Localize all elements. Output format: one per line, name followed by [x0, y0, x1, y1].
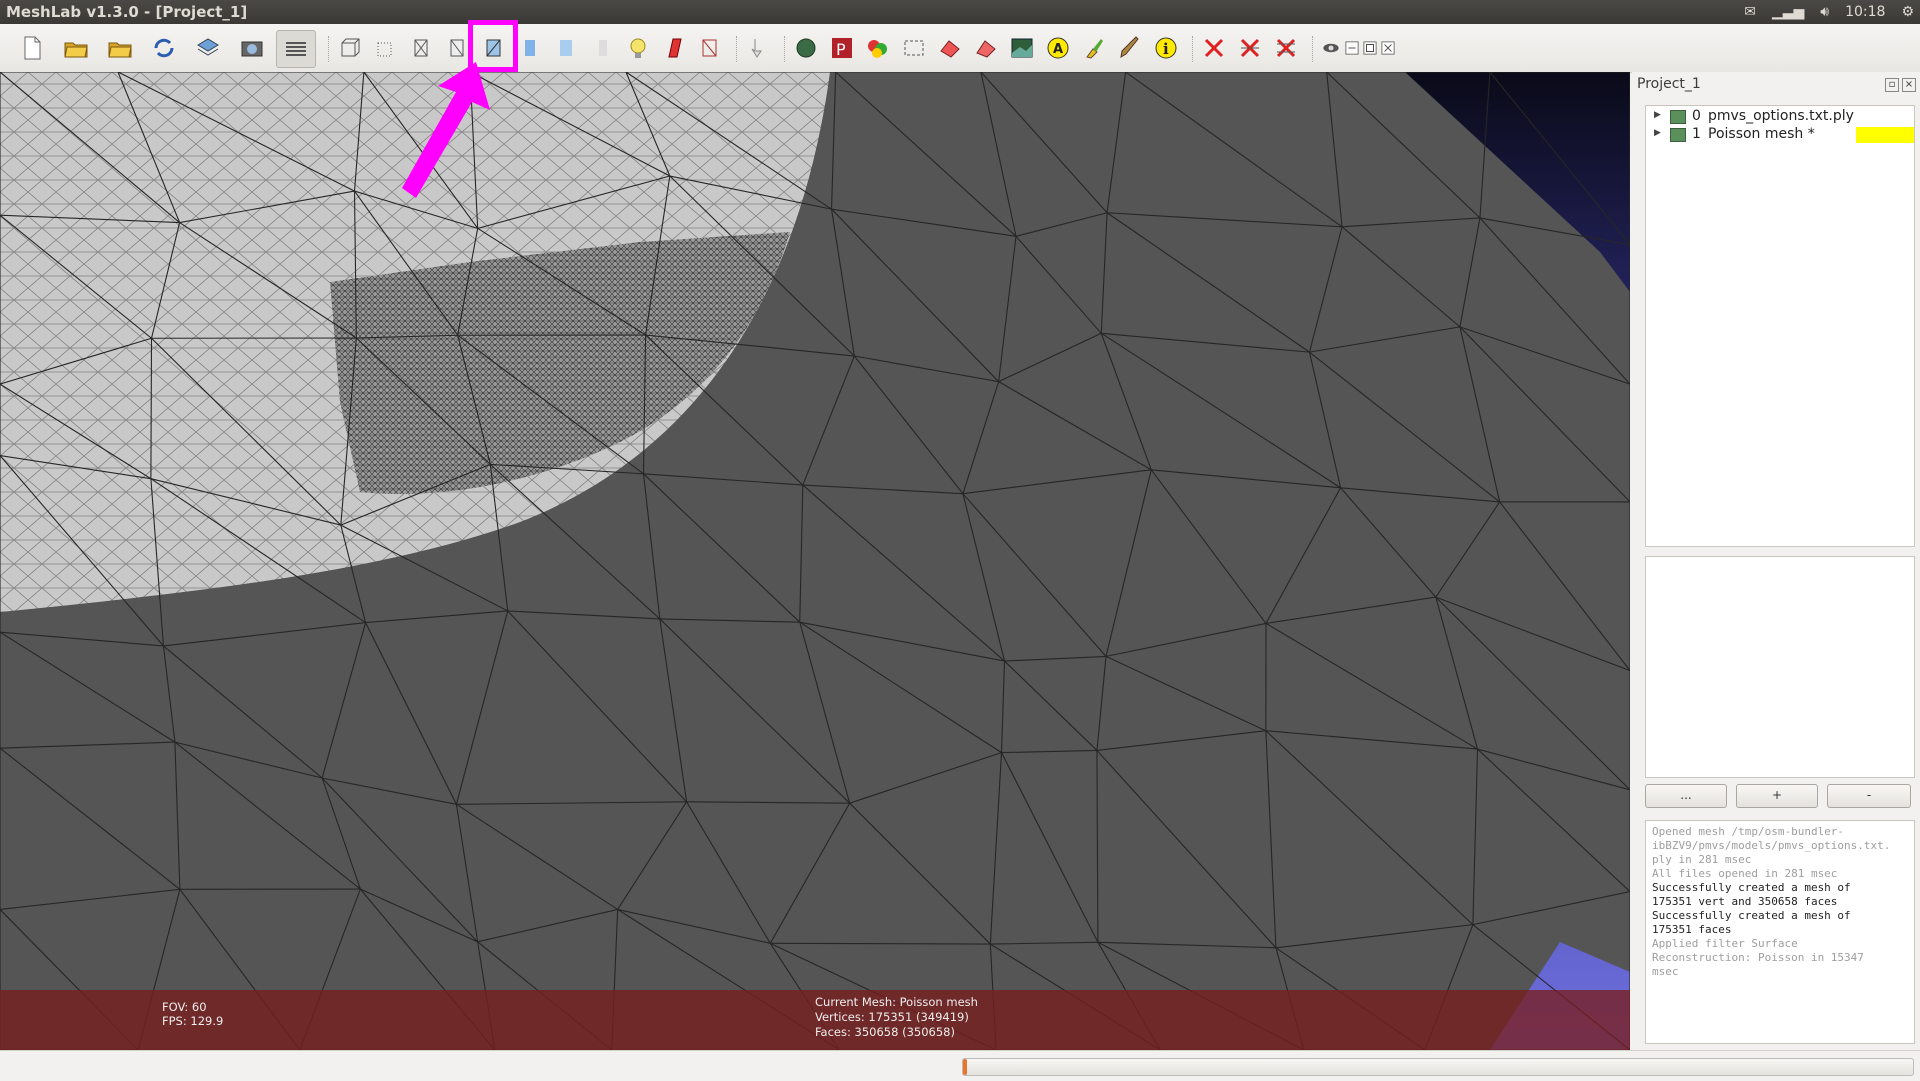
open-folder-icon[interactable]: [60, 32, 92, 64]
log-line: Applied filter Surface: [1646, 937, 1914, 951]
toolbar-separator: [784, 36, 786, 62]
log-line: All files opened in 281 msec: [1646, 867, 1914, 881]
flat-icon[interactable]: [514, 32, 546, 64]
close-icon[interactable]: [1380, 32, 1396, 64]
layer-row[interactable]: ▶ 0 pmvs_options.txt.ply: [1646, 108, 1914, 126]
gear-icon[interactable]: ⚙: [1901, 0, 1914, 24]
visibility-eye-icon[interactable]: [1670, 110, 1686, 124]
select-vertices-icon[interactable]: [790, 32, 822, 64]
snapshot-icon[interactable]: [236, 32, 268, 64]
fps-label: FPS: 129.9: [162, 1014, 223, 1028]
new-file-icon[interactable]: [16, 32, 48, 64]
save-icon[interactable]: [192, 32, 224, 64]
reload-icon[interactable]: [148, 32, 180, 64]
log-line: msec: [1646, 965, 1914, 979]
visibility-eye-icon[interactable]: [1670, 128, 1686, 142]
3d-viewport[interactable]: FOV: 60 FPS: 129.9 Current Mesh: Poisson…: [0, 72, 1630, 1050]
viewport-info-bar: FOV: 60 FPS: 129.9 Current Mesh: Poisson…: [0, 990, 1630, 1050]
toolbar-separator: [328, 36, 330, 62]
window-title: MeshLab v1.3.0 - [Project_1]: [6, 3, 247, 21]
mesh-painter-icon[interactable]: [934, 32, 966, 64]
title-bar: MeshLab v1.3.0 - [Project_1] ✉ ▁▃▅ 🔊︎ 10…: [0, 0, 1920, 24]
panel-window-buttons: ▫ ×: [1885, 78, 1916, 92]
log-line: Successfully created a mesh of: [1646, 881, 1914, 895]
select-faces-icon[interactable]: [862, 32, 894, 64]
layer-name[interactable]: pmvs_options.txt.ply: [1708, 108, 1854, 124]
log-window[interactable]: Opened mesh /tmp/osm-bundler- ibBZV9/pmv…: [1645, 820, 1915, 1044]
faces-label: Faces: 350658 (350658): [815, 1025, 955, 1039]
open-folder-plus-icon[interactable]: [104, 32, 136, 64]
svg-text:A: A: [1053, 42, 1063, 57]
close-panel-icon[interactable]: ×: [1902, 78, 1916, 92]
svg-text:i: i: [1163, 40, 1169, 58]
layer-index: 0: [1692, 108, 1701, 124]
layer-panel: Project_1 ▫ × ▶ 0 pmvs_options.txt.ply ▶…: [1632, 72, 1920, 1050]
bbox-icon[interactable]: [334, 32, 366, 64]
minimize-icon[interactable]: [1344, 32, 1360, 64]
toolbar-separator: [1312, 36, 1314, 62]
raster-icon[interactable]: [970, 32, 1002, 64]
clock[interactable]: 10:18: [1845, 4, 1885, 20]
system-tray: ✉ ▁▃▅ 🔊︎ 10:18 ⚙: [1744, 0, 1914, 24]
add-button[interactable]: +: [1736, 784, 1818, 808]
remove-button[interactable]: -: [1827, 784, 1911, 808]
log-line: Successfully created a mesh of: [1646, 909, 1914, 923]
progress-bar: [962, 1058, 1914, 1076]
log-line: 175351 faces: [1646, 923, 1914, 937]
network-icon[interactable]: ▁▃▅: [1772, 0, 1804, 24]
main-toolbar: P A i: [0, 24, 1920, 73]
info-icon[interactable]: i: [1150, 32, 1182, 64]
mesh-edge: [151, 338, 152, 478]
options-button[interactable]: ...: [1645, 784, 1727, 808]
toolbar-separator: [1192, 36, 1194, 62]
paint-brush-icon[interactable]: [1114, 32, 1146, 64]
annotation-icon[interactable]: [1006, 32, 1038, 64]
layer-index: 1: [1692, 126, 1701, 142]
paint-icon[interactable]: P: [826, 32, 858, 64]
mail-icon[interactable]: ✉: [1744, 0, 1756, 24]
delete-all-icon[interactable]: [1270, 32, 1302, 64]
expand-arrow-icon[interactable]: ▶: [1654, 128, 1661, 138]
status-bar: [0, 1050, 1920, 1081]
mesh-edge: [770, 943, 990, 944]
texture-icon[interactable]: [586, 32, 618, 64]
delete-vertices-icon[interactable]: [1234, 32, 1266, 64]
volume-icon[interactable]: 🔊︎: [1820, 0, 1829, 24]
current-mesh-label: Current Mesh: Poisson mesh: [815, 995, 978, 1009]
manipulator-icon[interactable]: [742, 32, 774, 64]
light-icon[interactable]: [622, 32, 654, 64]
svg-text:P: P: [836, 40, 846, 59]
log-line: ibBZV9/pmvs/models/pmvs_options.txt.: [1646, 839, 1914, 853]
select-connected-icon[interactable]: [898, 32, 930, 64]
toolbar-separator: [736, 36, 738, 62]
layer-properties-box[interactable]: [1645, 556, 1915, 778]
float-panel-icon[interactable]: ▫: [1885, 78, 1899, 92]
delete-faces-icon[interactable]: [1198, 32, 1230, 64]
progress-fill: [963, 1059, 967, 1075]
layers-icon[interactable]: [276, 30, 316, 68]
expand-arrow-icon[interactable]: ▶: [1654, 110, 1661, 120]
log-line: 175351 vert and 350658 faces: [1646, 895, 1914, 909]
selected-layer-swatch: [1856, 127, 1914, 143]
backface-icon[interactable]: [694, 32, 726, 64]
panel-title: Project_1: [1637, 76, 1701, 92]
smooth-icon[interactable]: [550, 32, 582, 64]
mesh-render[interactable]: [0, 72, 1630, 1050]
layer-name[interactable]: Poisson mesh *: [1708, 126, 1815, 142]
vertices-label: Vertices: 175351 (349419): [815, 1010, 969, 1024]
eye-icon[interactable]: [1320, 32, 1342, 64]
log-line: ply in 281 msec: [1646, 853, 1914, 867]
fov-label: FOV: 60: [162, 1000, 207, 1014]
log-line: Reconstruction: Poisson in 15347: [1646, 951, 1914, 965]
brush-icon[interactable]: [1078, 32, 1110, 64]
measure-icon[interactable]: A: [1042, 32, 1074, 64]
highlight-arrow: [390, 58, 500, 208]
layer-row[interactable]: ▶ 1 Poisson mesh *: [1646, 126, 1914, 144]
log-line: Opened mesh /tmp/osm-bundler-: [1646, 825, 1914, 839]
layer-list[interactable]: ▶ 0 pmvs_options.txt.ply ▶ 1 Poisson mes…: [1645, 105, 1915, 547]
restore-icon[interactable]: [1362, 32, 1378, 64]
fancy-lighting-icon[interactable]: [658, 32, 690, 64]
